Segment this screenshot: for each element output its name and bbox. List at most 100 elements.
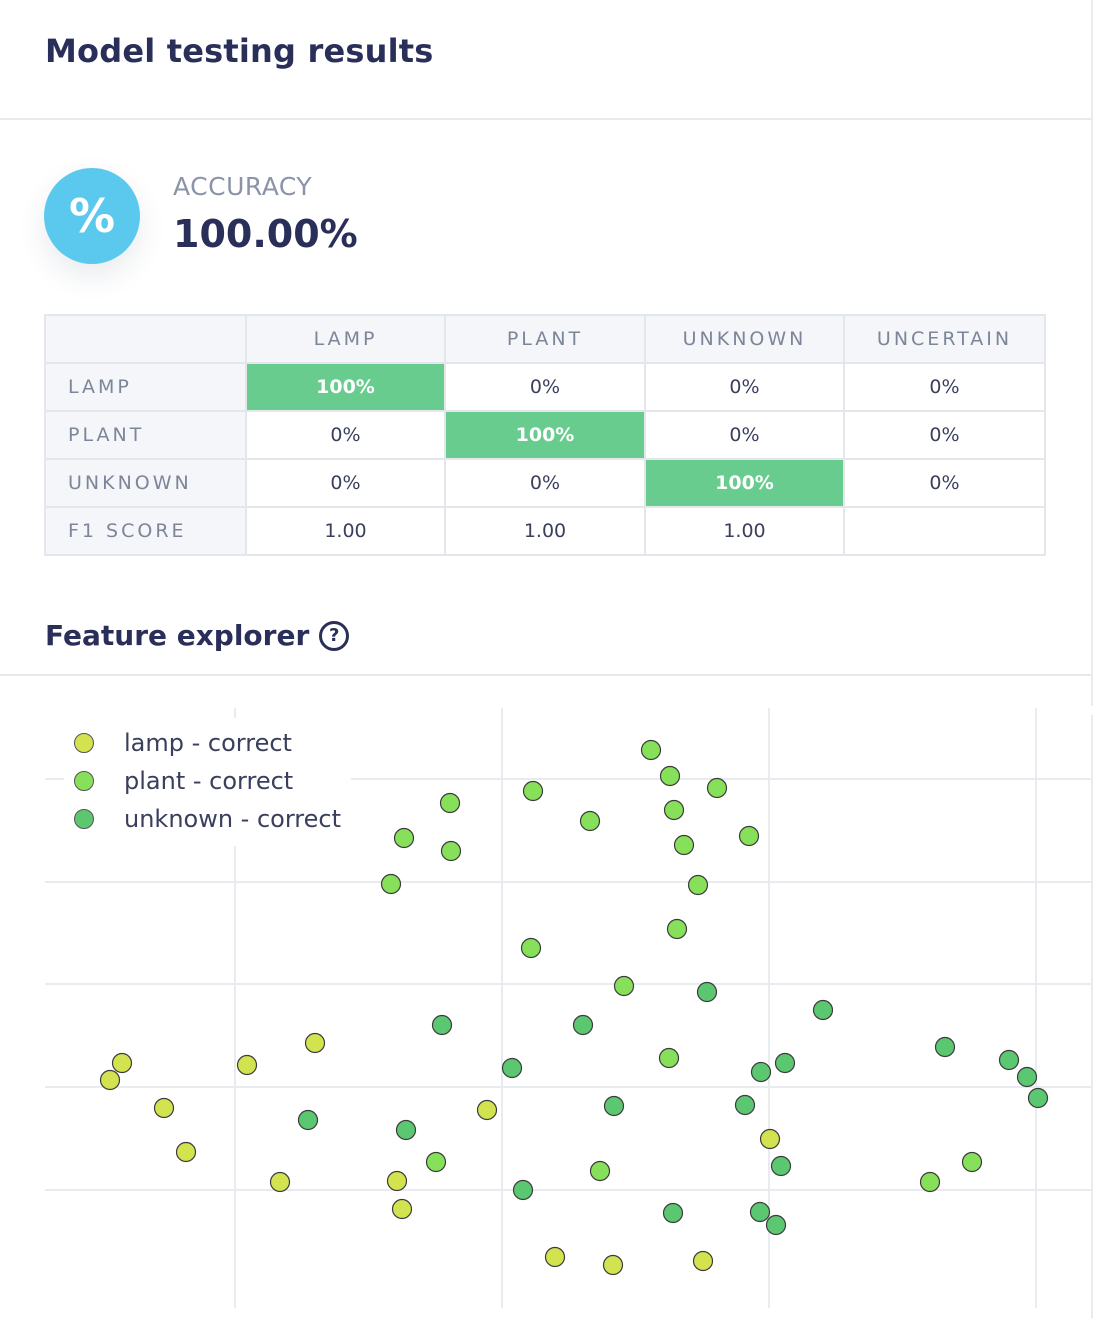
f1-cell: 1.00 [444,506,646,556]
scatter-point[interactable] [738,825,760,847]
matrix-cell: 100% [644,458,845,508]
matrix-cell: 0% [843,362,1046,412]
accuracy-value: 100.00% [173,212,358,256]
scatter-point[interactable] [395,1119,417,1141]
scatter-point[interactable] [666,918,688,940]
scatter-point[interactable] [658,1047,680,1069]
scatter-point[interactable] [425,1151,447,1173]
scatter-point[interactable] [696,981,718,1003]
scatter-point[interactable] [663,799,685,821]
matrix-row: PLANT 0% 100% 0% 0% [44,410,1046,460]
scatter-point[interactable] [759,1128,781,1150]
percent-icon: % [44,168,140,264]
legend-swatch [74,809,94,829]
scatter-point[interactable] [269,1171,291,1193]
accuracy-label: ACCURACY [173,172,313,201]
matrix-cell: 0% [843,410,1046,460]
page-title: Model testing results [45,32,434,70]
scatter-point[interactable] [750,1061,772,1083]
legend-item[interactable]: plant - correct [74,762,341,800]
legend-swatch [74,733,94,753]
scatter-point[interactable] [662,1202,684,1224]
matrix-cell: 100% [245,362,446,412]
row-header: UNKNOWN [44,458,247,508]
scatter-point[interactable] [439,792,461,814]
scatter-point[interactable] [687,874,709,896]
scatter-point[interactable] [380,873,402,895]
scatter-point[interactable] [572,1014,594,1036]
scatter-point[interactable] [749,1201,771,1223]
scatter-point[interactable] [673,834,695,856]
scatter-point[interactable] [153,1097,175,1119]
scatter-point[interactable] [579,810,601,832]
column-header: UNKNOWN [644,314,845,364]
legend-swatch [74,771,94,791]
scatter-point[interactable] [659,765,681,787]
scatter-point[interactable] [589,1160,611,1182]
scatter-point[interactable] [440,840,462,862]
page-edge [1091,0,1093,706]
legend-label: lamp - correct [124,729,292,757]
legend-item[interactable]: unknown - correct [74,800,341,838]
scatter-point[interactable] [297,1109,319,1131]
legend-label: unknown - correct [124,805,342,833]
scatter-point[interactable] [603,1095,625,1117]
scatter-point[interactable] [111,1052,133,1074]
scatter-point[interactable] [431,1014,453,1036]
scatter-point[interactable] [520,937,542,959]
f1-cell: 1.00 [644,506,845,556]
scatter-point[interactable] [919,1171,941,1193]
scatter-point[interactable] [613,975,635,997]
confusion-matrix: LAMP PLANT UNKNOWN UNCERTAIN LAMP 100% 0… [44,314,1046,556]
scatter-point[interactable] [934,1036,956,1058]
f1-cell [843,506,1046,556]
scatter-point[interactable] [1027,1087,1049,1109]
matrix-cell: 0% [444,458,646,508]
scatter-point[interactable] [1016,1066,1038,1088]
scatter-point[interactable] [236,1054,258,1076]
scatter-point[interactable] [998,1049,1020,1071]
scatter-point[interactable] [522,780,544,802]
scatter-point[interactable] [175,1141,197,1163]
chart-legend: lamp - correct plant - correct unknown -… [64,718,352,846]
scatter-point[interactable] [774,1052,796,1074]
scatter-point[interactable] [386,1170,408,1192]
scatter-point[interactable] [544,1246,566,1268]
scatter-point[interactable] [765,1214,787,1236]
matrix-cell: 0% [644,410,845,460]
matrix-cell: 0% [444,362,646,412]
scatter-point[interactable] [640,739,662,761]
column-header: PLANT [444,314,646,364]
scatter-point[interactable] [961,1151,983,1173]
scatter-point[interactable] [393,827,415,849]
scatter-point[interactable] [706,777,728,799]
f1-cell: 1.00 [245,506,446,556]
row-header: PLANT [44,410,247,460]
scatter-point[interactable] [476,1099,498,1121]
legend-item[interactable]: lamp - correct [74,724,341,762]
column-header: UNCERTAIN [843,314,1046,364]
scatter-point[interactable] [602,1254,624,1276]
scatter-point[interactable] [391,1198,413,1220]
matrix-cell: 0% [245,410,446,460]
f1-row: F1 SCORE 1.00 1.00 1.00 [44,506,1046,556]
divider [0,118,1091,120]
scatter-point[interactable] [770,1155,792,1177]
matrix-cell: 0% [245,458,446,508]
row-header: F1 SCORE [44,506,247,556]
column-header: LAMP [245,314,446,364]
scatter-point[interactable] [734,1094,756,1116]
scatter-point[interactable] [512,1179,534,1201]
feature-explorer-label: Feature explorer [45,619,310,652]
matrix-cell: 100% [444,410,646,460]
legend-label: plant - correct [124,767,294,795]
scatter-point[interactable] [304,1032,326,1054]
scatter-point[interactable] [692,1250,714,1272]
scatter-point[interactable] [812,999,834,1021]
scatter-point[interactable] [99,1069,121,1091]
question-circle-icon[interactable]: ? [319,620,350,651]
matrix-cell: 0% [843,458,1046,508]
matrix-header-row: LAMP PLANT UNKNOWN UNCERTAIN [44,314,1046,364]
scatter-point[interactable] [501,1057,523,1079]
feature-explorer-title: Feature explorer ? [45,619,350,652]
